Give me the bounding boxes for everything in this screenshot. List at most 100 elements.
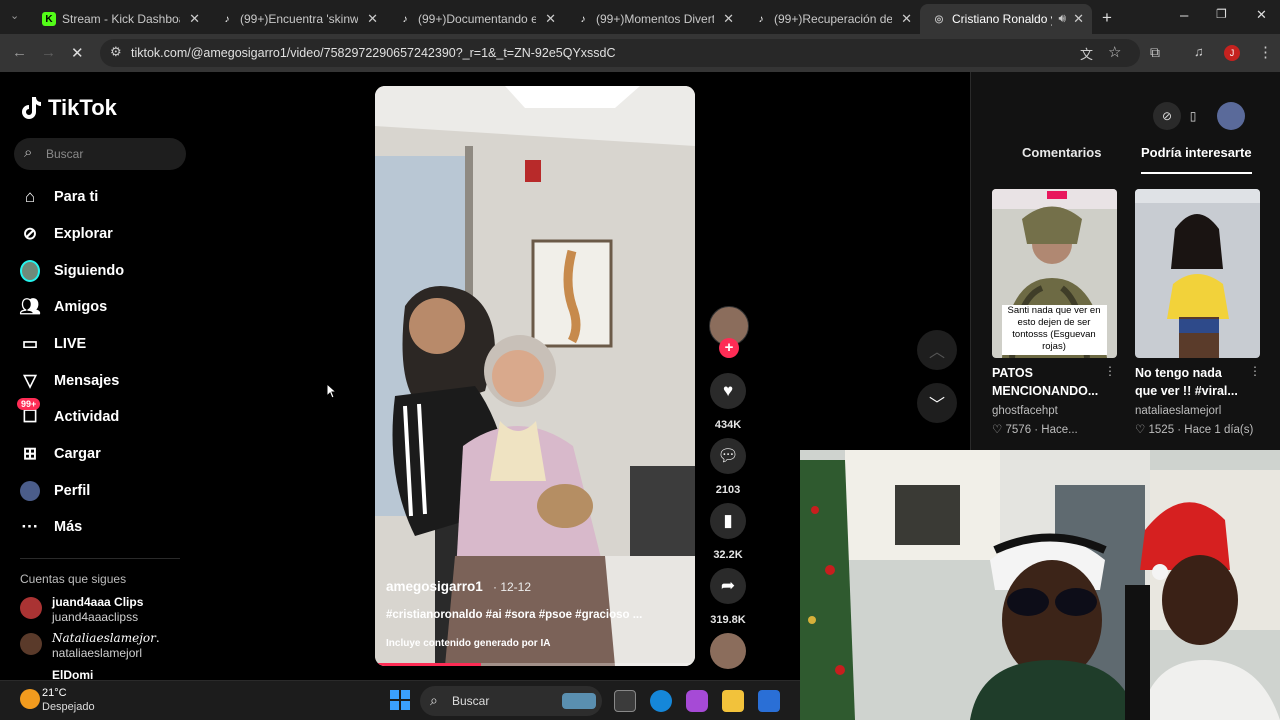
bookmark-star-icon[interactable]: ☆ (1108, 43, 1121, 61)
account-name: ElDomi (52, 668, 94, 680)
taskbar-search[interactable]: ⌕ Buscar (420, 686, 602, 716)
copilot-icon[interactable] (686, 690, 708, 712)
profile-avatar-icon[interactable]: J (1224, 45, 1240, 61)
explore-icon[interactable]: ⊘ (1153, 102, 1181, 130)
weather-description[interactable]: Despejado (42, 701, 95, 713)
minimize-icon[interactable]: – (1180, 7, 1188, 24)
account-name: juand4aaa Clips (52, 595, 144, 609)
recommended-video-1-thumb[interactable]: Santi nada que ver en esto dejen de ser … (992, 189, 1117, 358)
tab-kick-dashboard[interactable]: K Stream - Kick Dashboard ✕ (30, 4, 208, 34)
profile-icon (20, 481, 40, 501)
tab-title: (99+)Documentando en Á (418, 12, 536, 26)
nav-perfil[interactable]: Perfil (20, 476, 190, 506)
tab-tiktok-recuperacion[interactable]: ♪ (99+)Recuperación de Gol ✕ (742, 4, 920, 34)
more-options-icon[interactable]: ⋮ (1104, 364, 1116, 378)
following-account-1[interactable]: juand4aaa Clips juand4aaaclipss (20, 595, 200, 625)
recommended-video-2-thumb[interactable] (1135, 189, 1260, 358)
nav-cargar[interactable]: ⊞ Cargar (20, 439, 190, 469)
address-bar[interactable]: ⚙ tiktok.com/@amegosigarro1/video/758297… (100, 39, 1140, 67)
following-account-2[interactable]: 𝑁𝑎𝑡𝑎𝑙𝑖𝑎𝑒𝑠𝑙𝑎𝑚𝑒𝑗𝑜𝑟. nataliaeslamejorl (20, 631, 200, 661)
chevron-down-icon: ﹀ (928, 397, 945, 414)
video-thumbnail-image (1135, 189, 1260, 358)
video-hashtags[interactable]: #cristianoronaldo #ai #sora #psoe #graci… (386, 609, 642, 621)
user-avatar-icon[interactable] (1217, 102, 1245, 130)
edge-browser-icon[interactable] (650, 690, 672, 712)
side-panel: ⊘ ▯ Comentarios Podría interesarte Santi… (970, 72, 1280, 452)
following-account-3[interactable]: ElDomi (20, 668, 200, 680)
close-window-icon[interactable]: ✕ (1256, 7, 1267, 23)
tab-tiktok-momentos[interactable]: ♪ (99+)Momentos Divertidos ✕ (564, 4, 742, 34)
comment-button[interactable]: 💬︎ 2103 (710, 438, 746, 496)
follow-plus-icon[interactable]: + (719, 338, 739, 358)
recommended-video-2-author[interactable]: nataliaeslamejorl (1135, 405, 1221, 417)
phone-icon[interactable]: ▯ (1179, 102, 1207, 130)
close-tab-icon[interactable]: ✕ (1073, 11, 1084, 27)
site-info-icon[interactable]: ⚙ (110, 44, 122, 60)
tab-tiktok-documentando[interactable]: ♪ (99+)Documentando en Á ✕ (386, 4, 564, 34)
recommended-video-1-meta: ♡ 7576 · Hace... (992, 424, 1078, 436)
following-section-title: Cuentas que sigues (20, 572, 127, 586)
tab-recommendations[interactable]: Podría interesarte (1141, 145, 1252, 174)
nav-explorar[interactable]: ⊘ Explorar (20, 219, 190, 249)
account-avatar (20, 597, 42, 619)
media-controls-icon[interactable]: ♫ (1194, 44, 1204, 59)
close-tab-icon[interactable]: ✕ (545, 11, 556, 27)
browser-toolbar: ← → ✕ ⚙ tiktok.com/@amegosigarro1/video/… (0, 34, 1280, 72)
nav-amigos[interactable]: 👥︎ Amigos (19, 292, 190, 322)
url-text[interactable]: tiktok.com/@amegosigarro1/video/75829722… (131, 46, 616, 60)
next-video-button[interactable]: ﹀ (917, 383, 957, 423)
tiktok-logo[interactable]: TikTok (20, 95, 117, 121)
brand-name: TikTok (48, 95, 117, 120)
search-icon: ⌕ (24, 144, 33, 161)
music-disc-avatar[interactable] (710, 633, 746, 669)
close-tab-icon[interactable]: ✕ (723, 11, 734, 27)
nav-para-ti[interactable]: ⌂ Para ti (20, 182, 190, 212)
tab-search-icon[interactable]: ⌄ (10, 9, 19, 22)
video-author[interactable]: amegosigarro1 (386, 579, 483, 594)
close-tab-icon[interactable]: ✕ (901, 11, 912, 27)
windows-start-icon[interactable] (390, 690, 410, 710)
back-icon[interactable]: ← (12, 44, 27, 61)
extensions-icon[interactable]: ⧉ (1150, 44, 1160, 61)
menu-kebab-icon[interactable]: ⋮ (1258, 43, 1273, 61)
video-progress-bar[interactable] (375, 663, 695, 666)
weather-temperature[interactable]: 21°C (42, 687, 67, 699)
tab-title: (99+)Momentos Divertidos (596, 12, 714, 26)
forward-icon[interactable]: → (41, 44, 56, 61)
new-tab-icon[interactable]: + (1102, 8, 1112, 28)
save-button[interactable]: ▮ 32.2K (710, 503, 746, 561)
close-tab-icon[interactable]: ✕ (367, 11, 378, 27)
stop-loading-icon[interactable]: ✕ (71, 44, 84, 62)
save-count: 32.2K (713, 549, 743, 561)
recommended-video-1-title[interactable]: PATOS MENCIONANDO... (992, 364, 1102, 400)
more-options-icon[interactable]: ⋮ (1249, 364, 1261, 378)
previous-video-button[interactable]: ︿ (917, 330, 957, 370)
share-arrow-icon: ➦ (710, 568, 746, 604)
search-input[interactable]: ⌕ Buscar (14, 138, 186, 170)
microsoft-store-icon[interactable] (758, 690, 780, 712)
file-explorer-icon[interactable] (722, 690, 744, 712)
search-placeholder: Buscar (46, 147, 84, 161)
nav-live[interactable]: ▭ LIVE (20, 329, 190, 359)
tab-comments[interactable]: Comentarios (1022, 145, 1101, 160)
recommended-video-2-title[interactable]: No tengo nada que ver !! #viral... (1135, 364, 1245, 400)
nav-mensajes[interactable]: ▽ Mensajes (20, 366, 190, 396)
nav-actividad[interactable]: ☐ 99+ Actividad (17, 398, 190, 432)
nav-mas[interactable]: ··· Más (20, 512, 190, 542)
tab-tiktok-skinwalker[interactable]: ♪ (99+)Encuentra 'skinwalker ✕ (208, 4, 386, 34)
nav-label: Siguiendo (54, 263, 125, 279)
account-avatar (20, 633, 42, 655)
close-tab-icon[interactable]: ✕ (189, 11, 200, 27)
video-player[interactable]: amegosigarro1 · 12-12 #cristianoronaldo … (375, 86, 695, 666)
recommended-video-1-author[interactable]: ghostfacehpt (992, 405, 1058, 417)
translate-icon[interactable]: 文 (1080, 44, 1093, 63)
audio-playing-icon[interactable]: 🔊︎ (1058, 11, 1066, 26)
tab-cristiano-active[interactable]: ◎ Cristiano Ronaldo y la 🔊︎ ✕ (920, 4, 1092, 34)
task-view-icon[interactable] (614, 690, 636, 712)
weather-sun-icon[interactable] (20, 689, 40, 709)
share-button[interactable]: ➦ 319.8K (710, 568, 746, 626)
nav-siguiendo[interactable]: Siguiendo (20, 256, 190, 286)
maximize-icon[interactable]: ❐ (1216, 7, 1227, 21)
video-date: · 12-12 (493, 580, 532, 594)
like-button[interactable]: ♥ 434K (710, 373, 746, 431)
